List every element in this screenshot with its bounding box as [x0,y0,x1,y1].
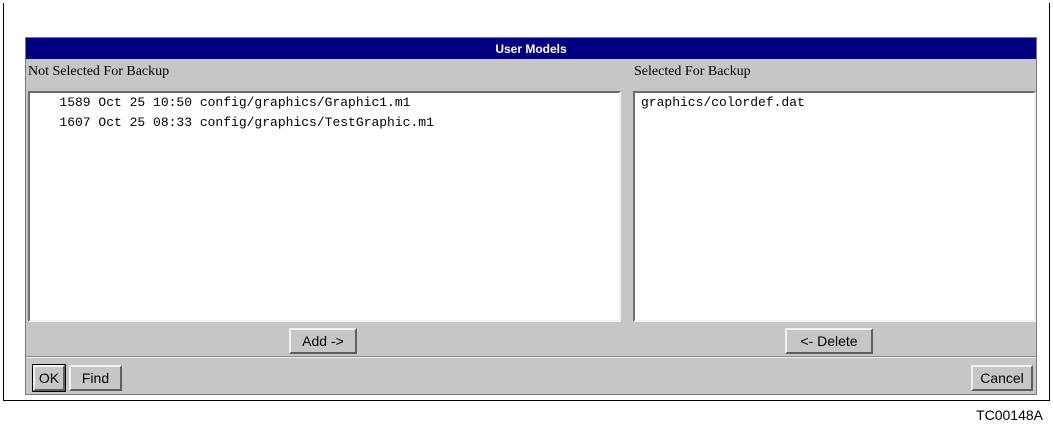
list-item[interactable]: 1607 Oct 25 08:33 config/graphics/TestGr… [30,113,619,133]
not-selected-label: Not Selected For Backup [28,64,170,79]
selected-label: Selected For Backup [634,64,751,79]
list-item[interactable]: 1589 Oct 25 10:50 config/graphics/Graphi… [30,93,619,113]
add-button[interactable]: Add -> [289,328,357,354]
selected-list[interactable]: graphics/colordef.dat [633,91,1036,322]
delete-button[interactable]: <- Delete [785,328,873,354]
not-selected-list[interactable]: 1589 Oct 25 10:50 config/graphics/Graphi… [28,91,621,322]
button-bar-divider [26,356,1036,358]
dialog-title: User Models [26,38,1036,59]
figure-code: TC00148A [976,407,1043,423]
ok-button[interactable]: OK [32,364,66,392]
cancel-button[interactable]: Cancel [971,365,1033,391]
find-button[interactable]: Find [69,365,122,391]
list-item[interactable]: graphics/colordef.dat [635,93,1034,113]
user-models-dialog: User Models Not Selected For Backup Sele… [25,37,1037,395]
